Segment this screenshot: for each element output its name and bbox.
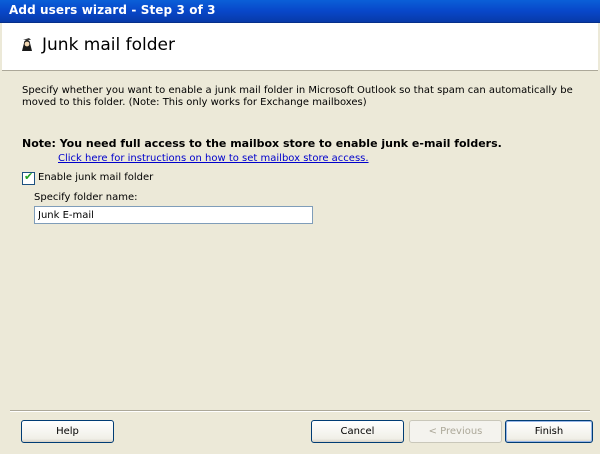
checkmark-icon: ✔ xyxy=(24,170,34,183)
wizard-header: Junk mail folder xyxy=(2,23,598,71)
mailbox-access-instructions-link[interactable]: Click here for instructions on how to se… xyxy=(58,153,369,164)
wizard-window: Add users wizard - Step 3 of 3 Junk mail… xyxy=(0,0,600,454)
enable-junk-folder-checkbox[interactable]: ✔ xyxy=(22,170,35,185)
description-text: Specify whether you want to enable a jun… xyxy=(22,85,573,108)
wizard-icon xyxy=(22,38,32,51)
folder-name-field[interactable] xyxy=(34,206,313,224)
cancel-button[interactable]: Cancel xyxy=(311,420,404,443)
enable-junk-folder-label[interactable]: Enable junk mail folder xyxy=(38,172,153,183)
page-title: Junk mail folder xyxy=(42,35,175,55)
finish-button[interactable]: Finish xyxy=(505,420,593,443)
button-separator xyxy=(10,410,590,412)
access-note: Note: You need full access to the mailbo… xyxy=(22,137,502,150)
folder-name-input[interactable] xyxy=(35,207,312,223)
folder-name-label: Specify folder name: xyxy=(34,192,138,203)
previous-button[interactable]: < Previous xyxy=(409,420,502,443)
help-button[interactable]: Help xyxy=(21,420,114,443)
window-title: Add users wizard - Step 3 of 3 xyxy=(9,3,216,17)
title-bar[interactable]: Add users wizard - Step 3 of 3 xyxy=(0,0,600,23)
